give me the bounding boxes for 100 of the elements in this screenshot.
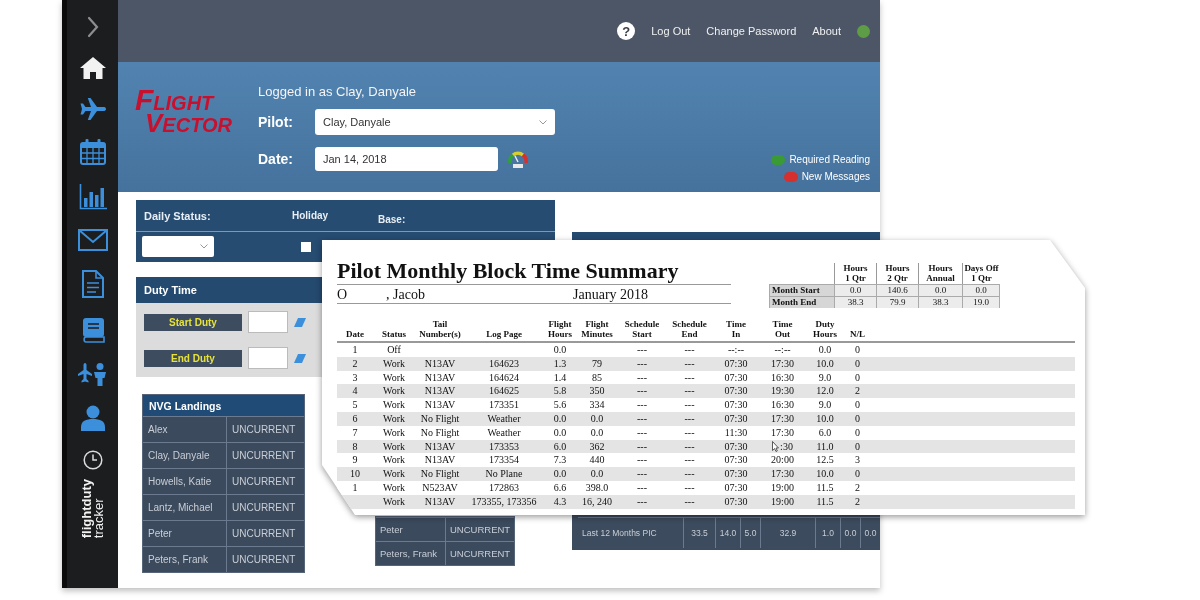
table-cell: 07:30 bbox=[724, 398, 748, 412]
table-cell: 0 bbox=[855, 356, 860, 371]
table-cell: 12.0 bbox=[816, 384, 834, 399]
table-cell: N13AV bbox=[424, 384, 456, 399]
table-cell: 07:30 bbox=[724, 439, 748, 454]
table-cell: --- bbox=[637, 343, 647, 357]
table-cell: 9.0 bbox=[818, 370, 832, 385]
table-cell: 2 bbox=[352, 356, 358, 371]
notice-link[interactable]: Required Reading bbox=[789, 154, 870, 165]
table-cell: 38.3 bbox=[918, 296, 962, 308]
table-cell: 0 bbox=[855, 439, 860, 454]
table-cell: Work bbox=[383, 467, 405, 481]
table-cell: Lantz, Michael bbox=[143, 495, 227, 520]
table-cell: 173354 bbox=[489, 453, 519, 468]
gauge-icon[interactable] bbox=[508, 150, 528, 168]
holiday-checkbox[interactable] bbox=[301, 241, 311, 252]
table-cell: 11.5 bbox=[816, 480, 834, 495]
calendar-icon[interactable] bbox=[79, 139, 106, 165]
nav-link[interactable]: About bbox=[812, 25, 841, 37]
row-header: Month Start bbox=[769, 284, 834, 296]
column-header: Flight Hours bbox=[547, 319, 573, 339]
table-cell: 07:30 bbox=[724, 384, 748, 399]
time-input-field[interactable] bbox=[248, 311, 288, 333]
table-cell: 8 bbox=[352, 439, 358, 454]
column-header: Hours Annual bbox=[925, 263, 956, 283]
table-cell: 7.3 bbox=[553, 453, 567, 468]
table-cell: 6 bbox=[352, 412, 358, 426]
table-cell: --- bbox=[684, 370, 695, 385]
table-cell: 1 bbox=[352, 480, 358, 495]
nav-link[interactable]: Log Out bbox=[651, 25, 691, 37]
bar-chart-icon[interactable] bbox=[78, 184, 107, 210]
table-cell: Clay, Danyale bbox=[143, 443, 227, 468]
column-header: Tail Number(s) bbox=[418, 319, 462, 339]
table-cell-text: UNCURRENT bbox=[231, 553, 297, 567]
home-icon[interactable] bbox=[79, 57, 106, 79]
table-cell: 10 bbox=[350, 467, 360, 481]
table-cell: 20:00 bbox=[771, 453, 794, 468]
column-header: Schedule Start bbox=[623, 319, 661, 339]
table-cell: 0 bbox=[855, 398, 860, 412]
document-icon[interactable] bbox=[81, 270, 104, 298]
table-cell: 0 bbox=[855, 467, 860, 481]
table-cell: 1 bbox=[352, 343, 358, 357]
column-header: Days Off 1 Qtr bbox=[964, 263, 999, 283]
table-cell-text: UNCURRENT bbox=[231, 527, 297, 541]
table-cell: --:-- bbox=[774, 343, 791, 357]
table-cell: 17:30 bbox=[771, 425, 794, 440]
airplane-icon[interactable] bbox=[79, 98, 106, 120]
table-cell: 0.0 bbox=[834, 284, 876, 296]
table-cell: 0.0 bbox=[590, 412, 604, 426]
table-cell: --- bbox=[684, 480, 695, 495]
table-cell: 79 bbox=[592, 356, 602, 371]
column-header: Time Out bbox=[771, 319, 794, 339]
table-cell: 0.0 bbox=[553, 343, 567, 357]
table-cell: 1.0 bbox=[815, 518, 840, 548]
table-cell-text: UNCURRENT bbox=[231, 423, 297, 437]
table-cell: Work bbox=[383, 370, 405, 385]
duty-button[interactable]: Start Duty bbox=[144, 313, 242, 331]
table-cell: 32.9 bbox=[760, 518, 815, 548]
table-cell: N13AV bbox=[424, 370, 456, 385]
help-button[interactable]: ? bbox=[617, 22, 636, 40]
notice-link[interactable]: New Messages bbox=[801, 171, 870, 182]
column-header: Time In bbox=[725, 319, 747, 339]
table-cell: 6.0 bbox=[818, 425, 832, 440]
table-cell: 3 bbox=[352, 370, 358, 385]
table-cell: 6.6 bbox=[553, 480, 567, 495]
table-cell: --- bbox=[684, 453, 695, 468]
date-field[interactable]: Jan 14, 2018 bbox=[315, 147, 498, 171]
table-cell-text: UNCURRENT bbox=[449, 523, 512, 537]
table-cell: 164625 bbox=[489, 384, 519, 399]
table-cell: --- bbox=[637, 480, 647, 495]
column-header: N/L bbox=[850, 329, 865, 339]
table-cell: --- bbox=[684, 412, 695, 426]
table-cell: :30 bbox=[780, 439, 793, 454]
table-cell: 16:30 bbox=[771, 370, 794, 385]
time-input-field[interactable] bbox=[248, 347, 288, 369]
table-cell: 17:30 bbox=[771, 467, 794, 481]
table-cell-text: UNCURRENT bbox=[231, 501, 297, 515]
envelope-icon[interactable] bbox=[77, 229, 108, 251]
nav-link[interactable]: Change Password bbox=[706, 25, 797, 37]
table-cell: Work bbox=[383, 453, 405, 468]
pilot-select[interactable]: Clay, Danyale bbox=[315, 109, 555, 135]
table-cell: --- bbox=[637, 453, 647, 468]
table-cell: 0.0 bbox=[590, 467, 604, 481]
table-cell: Work bbox=[383, 480, 405, 495]
table-cell: --- bbox=[637, 439, 647, 454]
table-cell: 07:30 bbox=[724, 370, 748, 385]
table-cell: Alex bbox=[143, 417, 227, 442]
table-cell: 2 bbox=[855, 494, 860, 509]
table-cell: 07:30 bbox=[724, 453, 748, 468]
table-cell: Work bbox=[383, 356, 405, 371]
book-icon[interactable] bbox=[80, 317, 105, 343]
plane-and-person-icon[interactable] bbox=[77, 362, 108, 386]
table-cell: 0.0 bbox=[962, 284, 1000, 296]
chevron-right-icon[interactable] bbox=[86, 16, 99, 38]
table-cell: 173351 bbox=[489, 398, 519, 412]
column-header: Date bbox=[346, 329, 364, 339]
user-icon[interactable] bbox=[80, 405, 105, 431]
duty-button[interactable]: End Duty bbox=[144, 349, 242, 367]
table-cell: Work bbox=[383, 425, 405, 440]
table-cell: 5.0 bbox=[740, 518, 760, 548]
